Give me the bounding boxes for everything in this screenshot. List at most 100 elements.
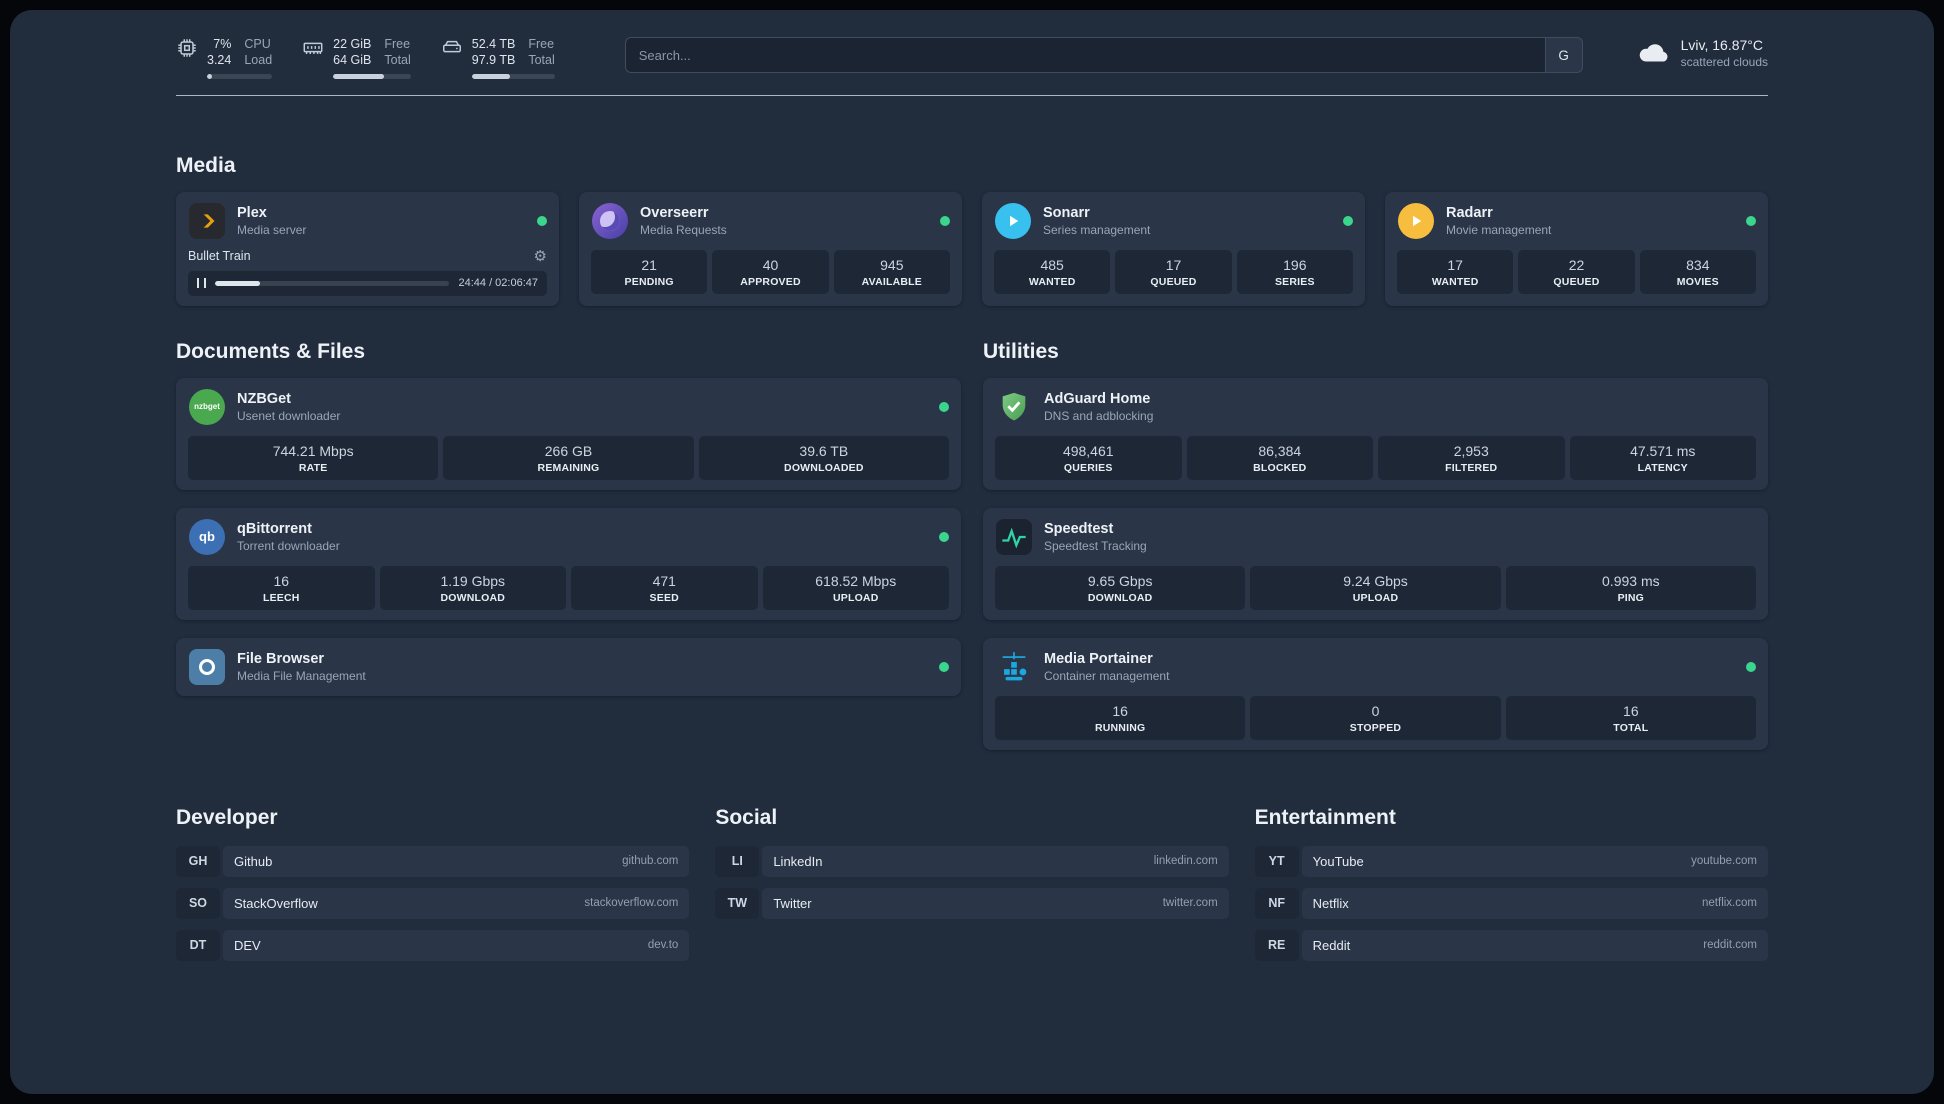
- disk-free-label: Free: [528, 37, 555, 51]
- media-player-bar: 24:44 / 02:06:47: [188, 270, 547, 296]
- service-card-plex[interactable]: Plex Media server Bullet Train ⚙ 24:44 /…: [176, 191, 559, 306]
- memory-free-label: Free: [384, 37, 411, 51]
- now-playing-title: Bullet Train: [188, 249, 251, 263]
- cpu-icon: [176, 37, 198, 59]
- bookmark-abbr: DT: [176, 929, 220, 961]
- bookmark-abbr: YT: [1254, 845, 1299, 877]
- service-subtitle: Media server: [237, 222, 307, 237]
- bookmark-group-entertainment: Entertainment YT YouTube youtube.com NF N…: [1254, 805, 1768, 961]
- bookmark-group-title: Social: [715, 805, 778, 829]
- service-card-radarr[interactable]: Radarr Movie management 17 WANTED 22 QUEUE…: [1385, 191, 1768, 306]
- section-title-media: Media: [176, 153, 236, 177]
- service-name: Speedtest: [1044, 520, 1114, 537]
- service-name: qBittorrent: [237, 520, 312, 537]
- search-provider-button[interactable]: G: [1544, 37, 1583, 73]
- stat-queued: 17 QUEUED: [1115, 249, 1232, 294]
- cpu-widget: 7% CPU 3.24 Load: [176, 36, 273, 79]
- status-dot: [1746, 215, 1756, 226]
- service-name: Radarr: [1446, 204, 1493, 221]
- stat-filtered: 2,953 FILTERED: [1378, 435, 1565, 480]
- weather-widget: Lviv, 16.87°C scattered clouds: [1637, 36, 1768, 70]
- bookmark-github[interactable]: GH Github github.com: [176, 845, 690, 877]
- stat-approved: 40 APPROVED: [712, 249, 829, 294]
- disk-total: 97.9 TB: [471, 53, 516, 68]
- service-subtitle: Speedtest Tracking: [1044, 538, 1147, 553]
- gear-icon[interactable]: ⚙: [534, 249, 547, 264]
- bookmark-twitter[interactable]: TW Twitter twitter.com: [715, 887, 1229, 919]
- cpu-load-label: Load: [244, 53, 273, 68]
- stat-running: 16 RUNNING: [995, 695, 1246, 740]
- top-bar: 7% CPU 3.24 Load 22 GiB Free 64 GiB Tota…: [176, 36, 1768, 79]
- service-card-sonarr[interactable]: Sonarr Series management 485 WANTED 17 QUE…: [982, 191, 1365, 306]
- memory-total: 64 GiB: [333, 53, 372, 68]
- bookmark-dev[interactable]: DT DEV dev.to: [176, 929, 690, 961]
- service-card-qbittorrent[interactable]: qb qBittorrent Torrent downloader 16 LEEC…: [176, 507, 961, 620]
- bookmark-youtube[interactable]: YT YouTube youtube.com: [1254, 845, 1768, 877]
- search-input[interactable]: [624, 37, 1545, 73]
- utilities-column: Utilities AdGuard Home DNS and adblockin…: [983, 340, 1768, 750]
- playback-time: 24:44 / 02:06:47: [458, 277, 538, 289]
- bookmark-abbr: GH: [176, 845, 220, 877]
- disk-meter: [471, 73, 555, 79]
- stat-downloaded: 39.6 TB DOWNLOADED: [698, 435, 949, 480]
- qbittorrent-icon: qb: [188, 518, 226, 556]
- memory-meter: [333, 73, 411, 79]
- stat-wanted: 485 WANTED: [994, 249, 1111, 294]
- service-subtitle: DNS and adblocking: [1044, 408, 1154, 423]
- header-divider: [176, 94, 1768, 96]
- service-card-speedtest[interactable]: Speedtest Speedtest Tracking 9.65 Gbps DO…: [983, 507, 1768, 620]
- stat-rate: 744.21 Mbps RATE: [188, 435, 439, 480]
- sonarr-icon: [994, 202, 1032, 240]
- service-name: Overseerr: [640, 204, 709, 221]
- weather-location: Lviv, 16.87°C: [1680, 37, 1763, 53]
- stat-queued: 22 QUEUED: [1518, 249, 1635, 294]
- bookmark-netflix[interactable]: NF Netflix netflix.com: [1254, 887, 1768, 919]
- pause-button[interactable]: [197, 278, 206, 288]
- status-dot: [939, 531, 949, 542]
- stat-upload: 618.52 Mbps UPLOAD: [762, 565, 949, 610]
- memory-free: 22 GiB: [333, 37, 372, 51]
- status-dot: [940, 215, 950, 226]
- section-title-documents: Documents & Files: [176, 339, 366, 363]
- disk-total-label: Total: [528, 53, 555, 68]
- service-card-adguard[interactable]: AdGuard Home DNS and adblocking 498,461 Q…: [983, 377, 1768, 490]
- service-card-filebrowser[interactable]: File Browser Media File Management: [176, 637, 961, 696]
- service-card-nzbget[interactable]: nzbget NZBGet Usenet downloader 744.21 M…: [176, 377, 961, 490]
- bookmarks-grid: Developer GH Github github.com SO StackOv…: [176, 806, 1768, 961]
- service-card-portainer[interactable]: Media Portainer Container management 16 R…: [983, 637, 1768, 750]
- cpu-load: 3.24: [207, 53, 232, 68]
- status-dot: [939, 661, 949, 672]
- bookmark-linkedin[interactable]: LI LinkedIn linkedin.com: [715, 845, 1229, 877]
- nzbget-icon: nzbget: [188, 388, 226, 426]
- disk-icon: [441, 37, 463, 59]
- stat-latency: 47.571 ms LATENCY: [1569, 435, 1756, 480]
- service-name: AdGuard Home: [1044, 390, 1151, 407]
- bookmark-abbr: SO: [176, 887, 220, 919]
- bookmark-reddit[interactable]: RE Reddit reddit.com: [1254, 929, 1768, 961]
- portainer-icon: [995, 648, 1033, 686]
- stat-queries: 498,461 QUERIES: [995, 435, 1182, 480]
- section-title-utilities: Utilities: [983, 339, 1059, 363]
- playback-progress[interactable]: [215, 280, 450, 286]
- service-name: Sonarr: [1043, 204, 1090, 221]
- cloud-icon: [1637, 36, 1671, 70]
- status-dot: [939, 401, 949, 412]
- stat-download: 1.19 Gbps DOWNLOAD: [379, 565, 566, 610]
- bookmark-abbr: TW: [715, 887, 760, 919]
- stat-seed: 471 SEED: [571, 565, 758, 610]
- documents-column: Documents & Files nzbget NZBGet Usenet d…: [176, 340, 961, 696]
- service-subtitle: Media Requests: [640, 222, 727, 237]
- disk-readout: 52.4 TB Free 97.9 TB Total: [471, 36, 555, 79]
- bookmark-group-social: Social LI LinkedIn linkedin.com TW Twitte…: [715, 805, 1229, 961]
- service-subtitle: Container management: [1044, 668, 1170, 683]
- dashboard: 7% CPU 3.24 Load 22 GiB Free 64 GiB Tota…: [10, 10, 1934, 1094]
- cpu-percent: 7%: [213, 37, 232, 51]
- service-name: NZBGet: [237, 390, 291, 407]
- overseerr-icon: [591, 202, 629, 240]
- stat-leech: 16 LEECH: [188, 565, 375, 610]
- service-subtitle: Movie management: [1446, 222, 1552, 237]
- bookmark-stackoverflow[interactable]: SO StackOverflow stackoverflow.com: [176, 887, 690, 919]
- bookmark-group-title: Entertainment: [1254, 805, 1396, 829]
- service-card-overseerr[interactable]: Overseerr Media Requests 21 PENDING 40 APP…: [579, 191, 962, 306]
- service-name: Media Portainer: [1044, 650, 1153, 667]
